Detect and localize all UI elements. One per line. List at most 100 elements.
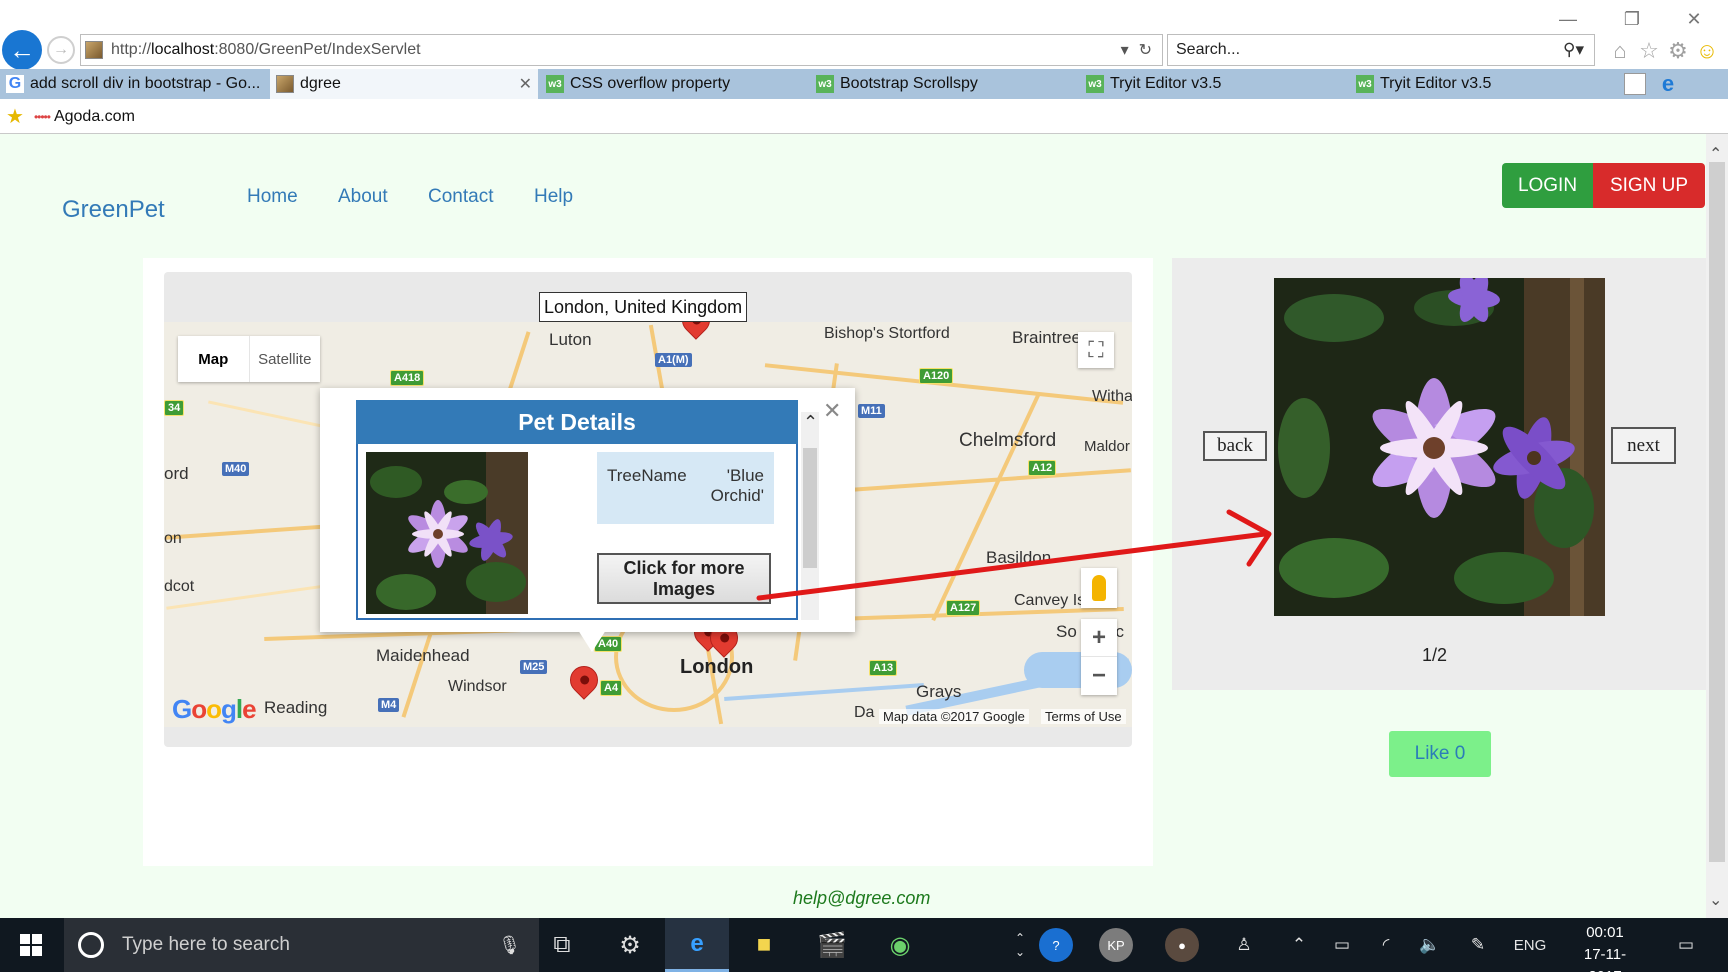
- show-hidden-icons[interactable]: ⌃: [1284, 918, 1314, 972]
- restore-icon[interactable]: ❐: [1617, 6, 1647, 32]
- action-center-icon[interactable]: ▭: [1666, 918, 1706, 972]
- favorite-agoda[interactable]: Agoda.com: [54, 108, 135, 126]
- road-badge-a120: A120: [919, 368, 954, 384]
- search-icon[interactable]: ⚲▾: [1563, 40, 1584, 60]
- back-arrow-icon[interactable]: ←: [2, 30, 42, 70]
- tree-name-label: TreeName: [607, 466, 687, 485]
- tab-label: Tryit Editor v3.5: [1110, 75, 1222, 92]
- smiley-feedback-icon[interactable]: ☺: [1694, 38, 1720, 64]
- forward-arrow-icon[interactable]: →: [47, 36, 75, 64]
- start-button[interactable]: [0, 918, 62, 972]
- brand-logo[interactable]: GreenPet: [62, 196, 165, 224]
- map-type-map-button[interactable]: Map: [178, 336, 249, 382]
- page-scrollbar[interactable]: ⌃ ⌄: [1706, 134, 1728, 918]
- map-type-satellite-button[interactable]: Satellite: [248, 336, 321, 382]
- tab-google-search[interactable]: G add scroll div in bootstrap - Go...: [0, 69, 268, 99]
- task-view-icon[interactable]: ⧉: [530, 918, 594, 972]
- tab-tryit-editor-2[interactable]: w3 Tryit Editor v3.5: [1350, 69, 1618, 99]
- nav-contact[interactable]: Contact: [428, 186, 493, 208]
- tab-label: Tryit Editor v3.5: [1380, 75, 1492, 92]
- place-reading: Reading: [264, 698, 328, 717]
- footer-email-link[interactable]: help@dgree.com: [793, 888, 930, 909]
- taskbar-search[interactable]: Type here to search 🎙: [64, 918, 539, 972]
- sticky-notes-icon[interactable]: ■: [732, 918, 796, 972]
- place-windsor: Windsor: [448, 678, 507, 695]
- road-badge-m11: M11: [858, 404, 885, 418]
- favorites-star-icon[interactable]: ☆: [1636, 38, 1662, 64]
- back-button[interactable]: back: [1203, 431, 1267, 461]
- volume-icon[interactable]: 🔈: [1414, 918, 1446, 972]
- settings-app-icon[interactable]: ⚙: [598, 918, 662, 972]
- taskbar-scroll-icon[interactable]: ⌃ ⌄: [1008, 918, 1032, 972]
- next-button[interactable]: next: [1611, 427, 1676, 464]
- movie-maker-icon[interactable]: 🎬: [800, 918, 864, 972]
- annotation-arrow: [756, 509, 1272, 601]
- new-tab-icon[interactable]: [1624, 73, 1646, 95]
- close-tab-icon[interactable]: ✕: [519, 74, 532, 94]
- road-badge-a12: A12: [1028, 460, 1057, 476]
- language-indicator[interactable]: ENG: [1510, 918, 1550, 972]
- scroll-up-icon[interactable]: ⌃: [803, 412, 818, 433]
- like-button[interactable]: Like 0: [1389, 731, 1491, 777]
- nav-about[interactable]: About: [338, 186, 388, 208]
- microphone-icon[interactable]: 🎙: [498, 935, 521, 956]
- map-marker-selected[interactable]: [564, 660, 604, 700]
- signup-button[interactable]: SIGN UP: [1593, 163, 1705, 208]
- tab-label: Bootstrap Scrollspy: [840, 75, 978, 92]
- help-app-icon[interactable]: ?: [1036, 918, 1076, 972]
- place-london: London: [680, 656, 754, 678]
- map-type-control: Map Satellite: [178, 336, 320, 382]
- home-icon[interactable]: ⌂: [1607, 38, 1633, 64]
- zoom-in-icon[interactable]: +: [1081, 619, 1117, 657]
- river-thames: [724, 683, 924, 701]
- map-terms-link[interactable]: Terms of Use: [1041, 709, 1126, 724]
- place-grays: Grays: [916, 682, 962, 701]
- nav-help[interactable]: Help: [534, 186, 573, 208]
- pet-gallery-image: [1274, 278, 1605, 616]
- cortana-icon: [78, 932, 104, 958]
- tab-bootstrap-scrollspy[interactable]: w3 Bootstrap Scrollspy: [810, 69, 1078, 99]
- minimize-icon[interactable]: —: [1553, 6, 1583, 32]
- pet-attribute-row: TreeName 'Blue Orchid': [597, 452, 774, 524]
- dropdown-arrow-icon[interactable]: ▾: [1121, 40, 1129, 60]
- login-button[interactable]: LOGIN: [1502, 163, 1593, 208]
- map-marker[interactable]: [676, 322, 716, 340]
- tab-dgree[interactable]: dgree ✕: [270, 69, 538, 99]
- battery-icon[interactable]: ▭: [1326, 918, 1358, 972]
- favorites-star-icon[interactable]: ★: [6, 104, 24, 129]
- ie-logo-icon[interactable]: e: [1655, 71, 1681, 97]
- scroll-up-icon[interactable]: ⌃: [1709, 144, 1722, 164]
- more-images-button[interactable]: Click for more Images: [597, 553, 771, 604]
- wifi-icon[interactable]: ◜: [1370, 918, 1402, 972]
- contact-avatar[interactable]: ●: [1162, 918, 1202, 972]
- scroll-thumb[interactable]: [1709, 162, 1725, 862]
- clock-date: 17-11-2017: [1583, 946, 1627, 972]
- chrome-like-app-icon[interactable]: ◉: [868, 918, 932, 972]
- place-luton: Luton: [549, 330, 592, 349]
- zoom-out-icon[interactable]: −: [1081, 657, 1117, 695]
- tab-bar: G add scroll div in bootstrap - Go... dg…: [0, 69, 1728, 99]
- address-bar[interactable]: http://localhost:8080/GreenPet/IndexServ…: [80, 34, 1163, 66]
- w3schools-icon: w3: [1356, 75, 1374, 93]
- pet-details-title: Pet Details: [356, 400, 798, 444]
- close-window-icon[interactable]: ✕: [1679, 6, 1709, 32]
- tab-tryit-editor-1[interactable]: w3 Tryit Editor v3.5: [1080, 69, 1348, 99]
- settings-gear-icon[interactable]: ⚙: [1665, 38, 1691, 64]
- people-icon[interactable]: ♙: [1228, 918, 1260, 972]
- close-icon[interactable]: ✕: [823, 398, 841, 424]
- place-partial-on: on: [164, 530, 182, 547]
- w3schools-icon: w3: [1086, 75, 1104, 93]
- fullscreen-icon[interactable]: ⛶: [1078, 332, 1114, 368]
- nav-home[interactable]: Home: [247, 186, 298, 208]
- user-avatar[interactable]: KP: [1096, 918, 1136, 972]
- pen-icon[interactable]: ✎: [1462, 918, 1494, 972]
- refresh-icon[interactable]: ↻: [1139, 40, 1152, 60]
- google-icon: G: [6, 75, 24, 93]
- broken-image-icon: [276, 75, 294, 93]
- place-southend-partial: So: [1056, 622, 1077, 641]
- clock[interactable]: 00:01 17-11-2017: [1572, 922, 1638, 972]
- internet-explorer-icon[interactable]: e: [665, 918, 729, 972]
- scroll-down-icon[interactable]: ⌄: [1709, 890, 1722, 910]
- tab-css-overflow[interactable]: w3 CSS overflow property: [540, 69, 808, 99]
- browser-search-input[interactable]: Search... ⚲▾: [1167, 34, 1595, 66]
